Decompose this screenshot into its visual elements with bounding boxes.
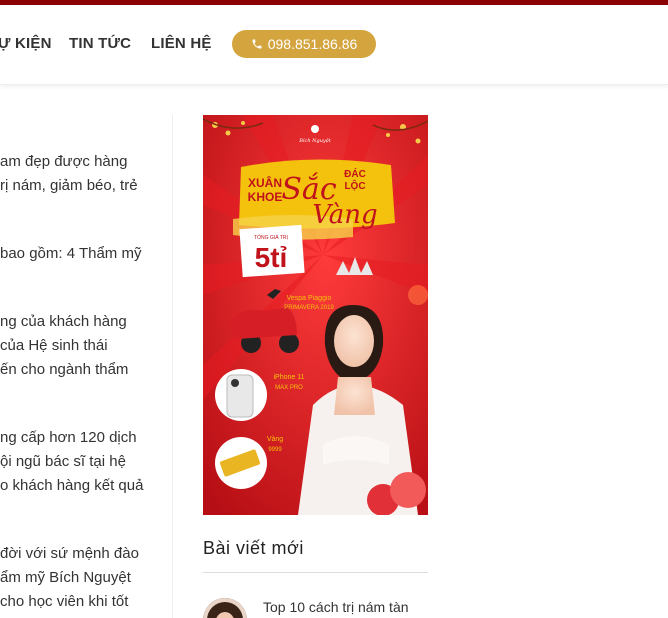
- article-line: ến cho ngành thẩm: [0, 361, 129, 378]
- nav-item-tin-tuc[interactable]: TIN TỨC: [69, 35, 131, 52]
- banner-headline-right-2: LỘC: [344, 179, 365, 192]
- column-divider: [172, 115, 173, 618]
- phone-button[interactable]: 098.851.86.86: [232, 30, 376, 58]
- article-line: đời với sứ mệnh đào: [0, 545, 139, 562]
- article-line: ng của khách hàng: [0, 313, 127, 330]
- banner-brand-text: Bích Nguyệt: [298, 137, 331, 144]
- banner-headline-left-2: KHOE: [248, 190, 283, 204]
- article-line: ng cấp hơn 120 dịch: [0, 429, 137, 446]
- banner-prize3-line1: Vàng: [267, 436, 283, 443]
- banner-prize2-line1: iPhone 11: [273, 374, 304, 381]
- sidebar-title: Bài viết mới: [203, 538, 304, 558]
- banner-headline-script-2: Vàng: [312, 200, 377, 230]
- site-header: Ự KIỆN TIN TỨC LIÊN HỆ 098.851.86.86: [0, 5, 668, 85]
- article-line: bao gồm: 4 Thẩm mỹ: [0, 245, 142, 262]
- banner-prize1-line2: PRIMAVERA 2019: [284, 305, 334, 311]
- article-line: của Hệ sinh thái: [0, 337, 108, 354]
- article-line: rị nám, giảm béo, trẻ: [0, 177, 138, 194]
- banner-prize1-line1: Vespa Piaggio: [287, 295, 332, 302]
- banner-prize3-line2: 9999: [268, 447, 282, 453]
- banner-headline-left-1: XUÂN: [248, 175, 282, 190]
- promo-banner-art: Bích Nguyệt XUÂN KHOE Sắc ĐÁC LỘC Vàng T…: [203, 115, 428, 515]
- banner-prize-label: TỔNG GIÁ TRỊ: [254, 234, 288, 241]
- banner-headline-right-1: ĐÁC: [344, 167, 366, 180]
- sidebar-rule: [203, 572, 428, 573]
- banner-prize-value: 5tỉ: [255, 242, 288, 273]
- nav-item-su-kien[interactable]: Ự KIỆN: [0, 35, 52, 52]
- banner-prize2-line2: MAX PRO: [275, 385, 303, 391]
- article-line: am đẹp được hàng: [0, 153, 128, 170]
- promo-banner[interactable]: Bích Nguyệt XUÂN KHOE Sắc ĐÁC LỘC Vàng T…: [203, 115, 428, 515]
- article-line: cho học viên khi tốt: [0, 593, 129, 610]
- article-line: ội ngũ bác sĩ tại hệ: [0, 453, 126, 470]
- post-title[interactable]: Top 10 cách trị nám tàn: [263, 598, 423, 616]
- phone-icon: [252, 39, 262, 49]
- nav-item-lien-he[interactable]: LIÊN HỆ: [151, 35, 212, 52]
- phone-number: 098.851.86.86: [267, 36, 358, 52]
- article-line: o khách hàng kết quả: [0, 477, 144, 494]
- article-line: ẩm mỹ Bích Nguyệt: [0, 569, 131, 586]
- post-thumbnail[interactable]: [203, 598, 247, 618]
